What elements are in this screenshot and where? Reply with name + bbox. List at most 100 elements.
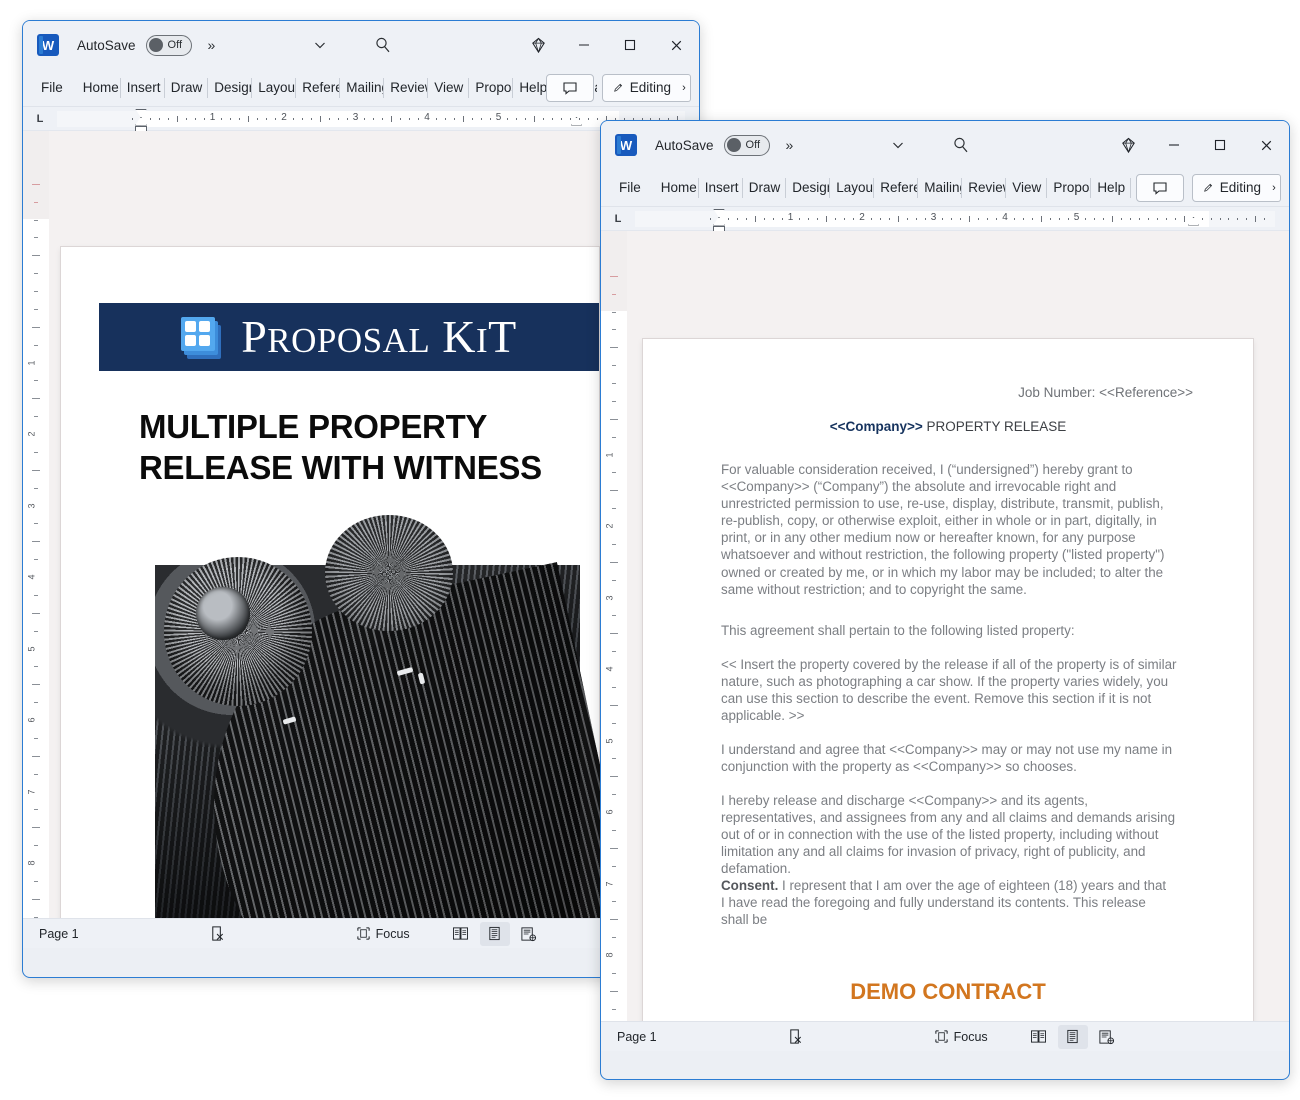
autosave-toggle[interactable]: Off bbox=[723, 134, 770, 156]
ruler-tick bbox=[292, 117, 294, 120]
tab-home[interactable]: Home bbox=[77, 75, 121, 101]
document-canvas-front[interactable]: 1 2 3 4 5 6 7 8 Job Number: <<Reference>> <<Com… bbox=[601, 231, 1289, 1051]
tab-file[interactable]: File bbox=[613, 175, 655, 201]
tab-proposal[interactable]: Proposal bbox=[1047, 175, 1092, 201]
ruler-tick bbox=[1067, 217, 1069, 220]
vruler-tick bbox=[34, 273, 38, 275]
ruler-tick bbox=[1174, 217, 1176, 220]
editing-mode-button[interactable]: Editing bbox=[602, 73, 682, 102]
minimize-button[interactable] bbox=[1151, 121, 1197, 169]
search-icon[interactable] bbox=[951, 135, 971, 155]
autosave-toggle[interactable]: Off bbox=[145, 34, 192, 56]
close-button[interactable] bbox=[653, 21, 699, 69]
word-icon: W bbox=[615, 134, 637, 156]
vruler-tick bbox=[34, 201, 38, 203]
tab-review[interactable]: Review bbox=[962, 175, 1007, 201]
read-mode-icon[interactable] bbox=[446, 922, 476, 946]
close-button[interactable] bbox=[1243, 121, 1289, 169]
print-layout-icon[interactable] bbox=[1057, 1024, 1088, 1049]
tab-references[interactable]: References bbox=[296, 75, 341, 101]
page-indicator-front[interactable]: Page 1 bbox=[617, 1030, 657, 1044]
tab-help[interactable]: Help bbox=[1091, 175, 1131, 201]
tab-file[interactable]: File bbox=[35, 75, 77, 101]
ruler-tick bbox=[319, 115, 321, 122]
ruler-tick bbox=[727, 217, 729, 220]
autosave-state: Off bbox=[745, 139, 761, 151]
tab-mailings[interactable]: Mailings bbox=[918, 175, 963, 201]
word-window-front[interactable]: W AutoSave Off » File Home Insert Draw D… bbox=[600, 120, 1290, 1080]
print-layout-icon[interactable] bbox=[479, 921, 510, 946]
web-layout-icon[interactable] bbox=[514, 922, 544, 946]
tab-design[interactable]: Design bbox=[208, 75, 253, 101]
ruler-tick bbox=[275, 117, 277, 120]
vruler-tick bbox=[32, 755, 40, 757]
ruler-tick bbox=[799, 217, 801, 220]
ruler-tick bbox=[239, 117, 241, 120]
tab-draw[interactable]: Draw bbox=[743, 175, 787, 201]
ribbon-more-chevron-icon[interactable]: › bbox=[678, 73, 691, 102]
vruler-tick bbox=[610, 847, 618, 849]
vertical-ruler-back[interactable]: 1 2 3 4 5 6 7 8 bbox=[23, 131, 49, 948]
vruler-tick bbox=[612, 686, 616, 688]
vruler-number: 5 bbox=[26, 645, 37, 652]
vruler-tick bbox=[612, 311, 616, 313]
ruler-tick bbox=[185, 117, 187, 120]
ruler-tick bbox=[194, 117, 196, 120]
word-window-back[interactable]: W AutoSave Off » File Home Insert Draw D… bbox=[22, 20, 700, 978]
diamond-icon[interactable] bbox=[1105, 121, 1151, 169]
chevron-down-icon[interactable] bbox=[891, 138, 905, 152]
tab-proposal[interactable]: Proposal bbox=[469, 75, 514, 101]
ruler-tick bbox=[844, 217, 846, 220]
vruler-tick bbox=[612, 651, 616, 653]
read-mode-icon[interactable] bbox=[1024, 1025, 1054, 1049]
focus-button-back[interactable]: Focus bbox=[356, 926, 410, 941]
tab-home[interactable]: Home bbox=[655, 175, 699, 201]
ribbon-more-chevron-icon[interactable]: › bbox=[1268, 173, 1281, 202]
ruler-tick bbox=[1210, 217, 1212, 220]
tab-layout[interactable]: Layout bbox=[830, 175, 875, 201]
maximize-button[interactable] bbox=[1197, 121, 1243, 169]
maximize-button[interactable] bbox=[607, 21, 653, 69]
horizontal-ruler-back[interactable]: L 1 2 3 4 5 bbox=[23, 107, 699, 134]
tab-insert[interactable]: Insert bbox=[699, 175, 743, 201]
ruler-tick bbox=[257, 117, 259, 120]
camera-secondary-dial bbox=[325, 515, 453, 632]
tab-references[interactable]: References bbox=[874, 175, 919, 201]
comments-button[interactable] bbox=[546, 73, 594, 102]
vruler-ticks-back: 1 2 3 4 5 6 7 8 bbox=[23, 131, 49, 948]
web-layout-icon[interactable] bbox=[1092, 1025, 1122, 1049]
document-canvas-back[interactable]: 1 2 3 4 5 6 7 8 PROPOSAL KIT MULTIPLE PROPERTY … bbox=[23, 131, 699, 948]
vertical-ruler-front[interactable]: 1 2 3 4 5 6 7 8 bbox=[601, 231, 627, 1051]
tab-mailings[interactable]: Mailings bbox=[340, 75, 385, 101]
autosave-toggle-knob bbox=[148, 38, 163, 52]
accessibility-checker-icon[interactable] bbox=[787, 1028, 804, 1045]
ruler-tick bbox=[942, 217, 944, 220]
tab-view[interactable]: View bbox=[428, 75, 470, 101]
chevron-down-icon[interactable] bbox=[313, 38, 327, 52]
minimize-button[interactable] bbox=[561, 21, 607, 69]
search-icon[interactable] bbox=[373, 35, 393, 55]
tab-view[interactable]: View bbox=[1006, 175, 1048, 201]
comments-button[interactable] bbox=[1136, 173, 1184, 202]
diamond-icon[interactable] bbox=[515, 21, 561, 69]
tab-design[interactable]: Design bbox=[786, 175, 831, 201]
vruler-tick bbox=[612, 758, 616, 760]
ruler-number: 2 bbox=[281, 111, 287, 123]
vruler-number: 6 bbox=[604, 809, 615, 815]
tab-layout[interactable]: Layout bbox=[252, 75, 297, 101]
editing-mode-button[interactable]: Editing bbox=[1192, 173, 1272, 202]
tab-stop-selector[interactable]: L bbox=[23, 113, 57, 125]
horizontal-ruler-front[interactable]: L 1 2 3 4 5 bbox=[601, 207, 1289, 234]
focus-button-front[interactable]: Focus bbox=[934, 1029, 988, 1044]
tab-insert[interactable]: Insert bbox=[121, 75, 165, 101]
quick-access-overflow-icon[interactable]: » bbox=[786, 137, 794, 153]
tab-review[interactable]: Review bbox=[384, 75, 429, 101]
accessibility-checker-icon[interactable] bbox=[209, 925, 226, 942]
proposal-kit-logo-icon bbox=[181, 315, 227, 359]
vruler-tick bbox=[610, 990, 618, 992]
page-indicator-back[interactable]: Page 1 bbox=[39, 927, 79, 941]
tab-draw[interactable]: Draw bbox=[165, 75, 209, 101]
ruler-tick bbox=[149, 117, 151, 120]
quick-access-overflow-icon[interactable]: » bbox=[208, 37, 216, 53]
tab-stop-selector[interactable]: L bbox=[601, 213, 635, 225]
